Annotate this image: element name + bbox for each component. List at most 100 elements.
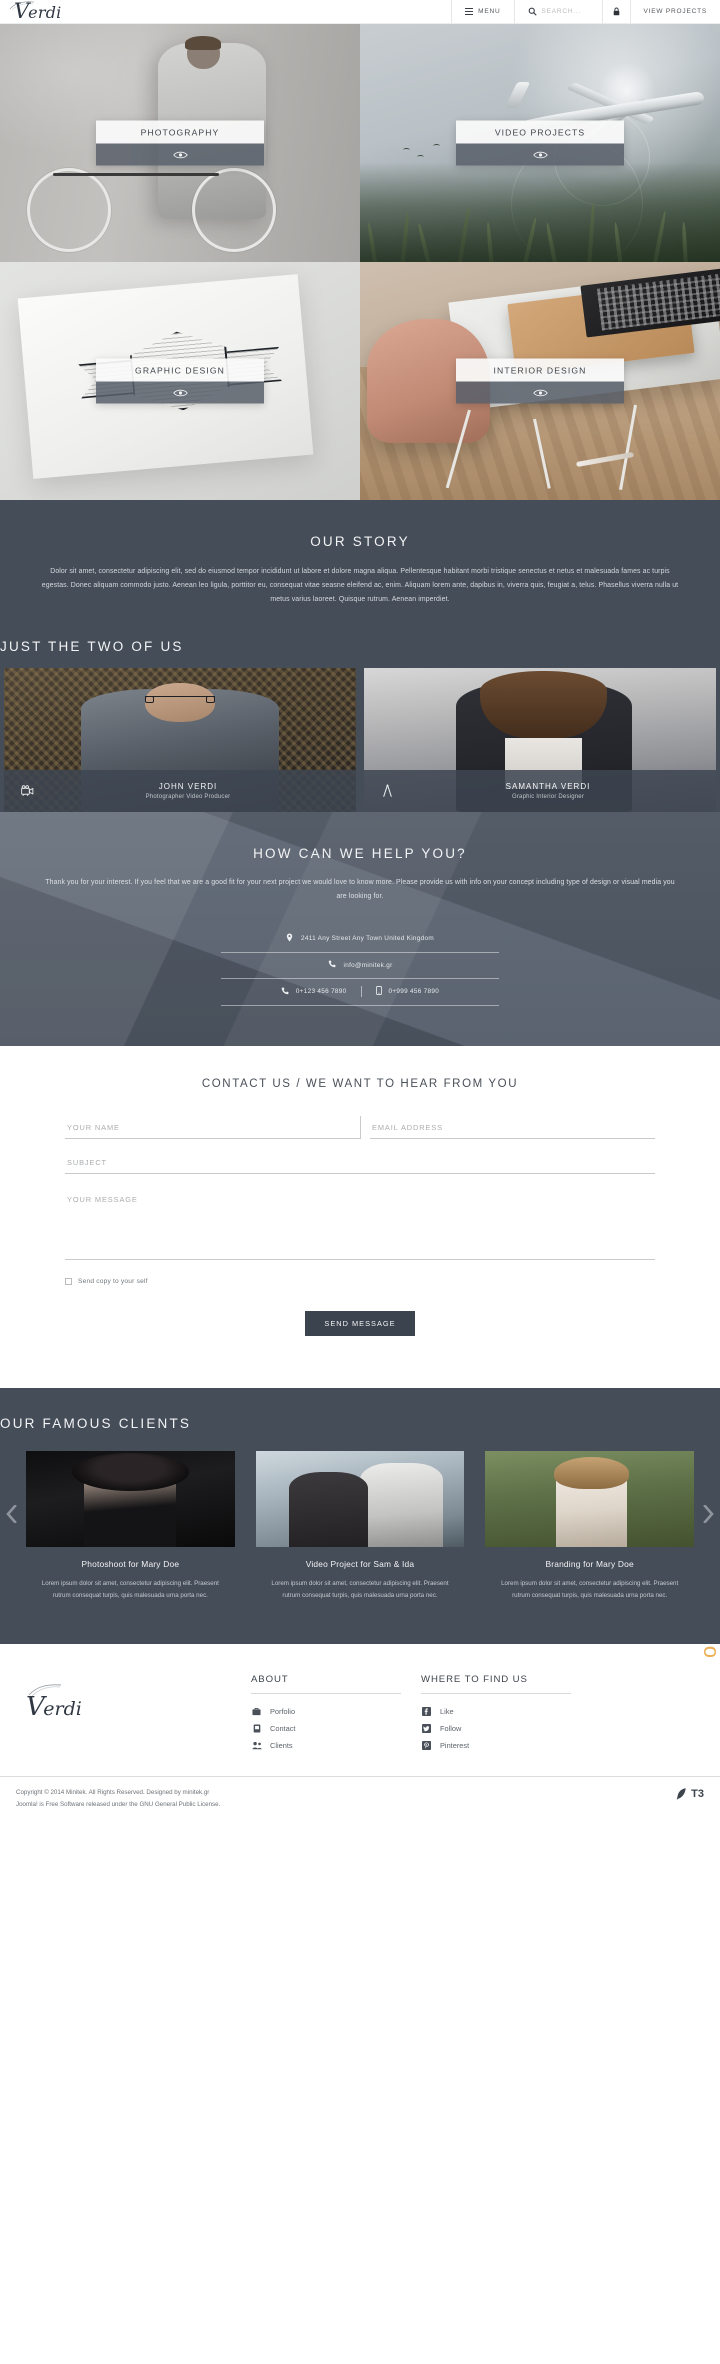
brand-logo[interactable]: Verdi [0, 0, 61, 23]
carousel-prev-button[interactable] [6, 1504, 17, 1527]
tile-label-photography[interactable]: PHOTOGRAPHY [96, 120, 264, 166]
team-grid: JOHN VERDI Photographer Video Producer S… [0, 668, 720, 813]
footer-link-label: Contact [270, 1724, 296, 1734]
message-textarea[interactable] [65, 1188, 655, 1261]
contact-form: Send copy to your self SEND MESSAGE [65, 1116, 655, 1337]
phone-icon [328, 960, 336, 970]
client-thumbnail [485, 1451, 694, 1548]
tile-label-video[interactable]: VIDEO PROJECTS [456, 120, 624, 166]
eye-icon [172, 389, 188, 396]
form-row-name-email [65, 1116, 655, 1140]
client-text: Lorem ipsum dolor sit amet, consectetur … [501, 1580, 679, 1600]
footer-brand-rest: erdi [43, 1698, 82, 1721]
member-name: SAMANTHA VERDI [505, 782, 591, 792]
subject-field-wrap [65, 1151, 655, 1175]
client-title: Photoshoot for Mary Doe [81, 1559, 180, 1570]
brand-initial: V [14, 0, 29, 23]
chevron-left-icon [6, 1504, 17, 1525]
client-card[interactable]: Photoshoot for Mary Doe Lorem ipsum dolo… [26, 1451, 235, 1602]
copyright-line-2: Joomla! is Free Software released under … [16, 1801, 221, 1809]
member-text: SAMANTHA VERDI Graphic Interior Designer [410, 782, 716, 800]
help-section: HOW CAN WE HELP YOU? Thank you for your … [0, 812, 720, 1047]
portfolio-tile-graphic[interactable]: GRAPHIC DESIGN [0, 262, 360, 500]
team-member-card[interactable]: JOHN VERDI Photographer Video Producer [4, 668, 356, 813]
eye-icon [532, 151, 548, 158]
tile-eye-bar[interactable] [96, 143, 264, 166]
footer-link-clients[interactable]: Clients [251, 1737, 401, 1754]
contact-form-title: CONTACT US / WE WANT TO HEAR FROM YOU [201, 1078, 519, 1091]
tile-eye-bar[interactable] [96, 381, 264, 404]
mobile-icon [375, 986, 382, 997]
our-story-section: OUR STORY Dolor sit amet, consectetur ad… [0, 500, 720, 634]
t3-framework-badge[interactable]: T3 [676, 1787, 704, 1800]
footer-link-label: Porfolio [270, 1707, 296, 1717]
footer-about-column: ABOUT Porfolio Contact Clients [251, 1674, 401, 1754]
clients-title: OUR FAMOUS CLIENTS [0, 1416, 192, 1432]
member-name: JOHN VERDI [158, 782, 218, 792]
help-title: HOW CAN WE HELP YOU? [253, 846, 467, 862]
contact-phone-1[interactable]: 0+123 456 7890 [281, 987, 347, 997]
client-thumbnail [255, 1451, 465, 1548]
member-role: Photographer Video Producer [145, 794, 231, 801]
contact-form-section: CONTACT US / WE WANT TO HEAR FROM YOU Se… [0, 1046, 720, 1389]
lock-icon [613, 7, 620, 16]
footer-brand[interactable]: Verdi [16, 1674, 231, 1754]
name-input[interactable] [65, 1116, 360, 1140]
tile-eye-bar[interactable] [456, 143, 624, 166]
contact-email: info@minitek.gr [343, 961, 393, 969]
login-button[interactable] [601, 0, 630, 23]
phone-icon [281, 987, 289, 997]
send-copy-checkbox[interactable] [65, 1278, 72, 1286]
footer-social-column: WHERE TO FIND US Like Follow Pinterest [421, 1674, 571, 1754]
contact-phone-2[interactable]: 0+999 456 7890 [375, 986, 440, 997]
portfolio-tile-interior[interactable]: INTERIOR DESIGN [360, 262, 720, 500]
tile-caption: GRAPHIC DESIGN [96, 358, 264, 382]
footer-logo-text: Verdi [16, 1692, 231, 1722]
message-field-wrap [65, 1188, 655, 1265]
team-member-card[interactable]: SAMANTHA VERDI Graphic Interior Designer [364, 668, 716, 813]
footer-social-title: WHERE TO FIND US [421, 1674, 571, 1695]
footer-link-contact[interactable]: Contact [251, 1720, 401, 1737]
twitter-icon [421, 1724, 432, 1734]
footer-link-label: Clients [270, 1741, 293, 1751]
footer-link-pinterest[interactable]: Pinterest [421, 1737, 571, 1754]
tile-label-interior[interactable]: INTERIOR DESIGN [456, 358, 624, 404]
footer-link-twitter[interactable]: Follow [421, 1720, 571, 1737]
footer-about-title: ABOUT [251, 1674, 401, 1695]
help-lead-text: Thank you for your interest. If you feel… [45, 879, 675, 901]
search-placeholder: SEARCH... [541, 8, 582, 15]
client-text: Lorem ipsum dolor sit amet, consectetur … [41, 1580, 219, 1600]
portfolio-grid: PHOTOGRAPHY VIDEO PROJECTS GRAPHIC DESIG… [0, 24, 720, 500]
client-card[interactable]: Video Project for Sam & Ida Lorem ipsum … [255, 1451, 465, 1602]
facebook-icon [421, 1707, 432, 1717]
client-card[interactable]: Branding for Mary Doe Lorem ipsum dolor … [485, 1451, 694, 1602]
compass-icon [364, 784, 410, 798]
eye-icon [532, 389, 548, 396]
briefcase-icon [251, 1707, 262, 1716]
client-title: Video Project for Sam & Ida [305, 1559, 415, 1570]
carousel-next-button[interactable] [703, 1504, 714, 1527]
tile-caption: VIDEO PROJECTS [456, 120, 624, 144]
menu-button[interactable]: MENU [451, 0, 513, 23]
search-field[interactable]: SEARCH... [513, 0, 602, 23]
portfolio-tile-photography[interactable]: PHOTOGRAPHY [0, 24, 360, 262]
site-header: Verdi MENU SEARCH... VIEW PROJECTS [0, 0, 720, 24]
send-copy-row[interactable]: Send copy to your self [65, 1278, 655, 1286]
email-input[interactable] [370, 1116, 655, 1140]
tile-label-graphic[interactable]: GRAPHIC DESIGN [96, 358, 264, 404]
send-message-button[interactable]: SEND MESSAGE [305, 1311, 415, 1337]
footer-link-label: Pinterest [440, 1741, 470, 1751]
portfolio-tile-video[interactable]: VIDEO PROJECTS [360, 24, 720, 262]
view-projects-button[interactable]: VIEW PROJECTS [629, 0, 720, 23]
site-footer: intofolio ✕ Verdi ABOUT Porfolio [0, 1644, 720, 1825]
page-root: Verdi MENU SEARCH... VIEW PROJECTS PHOTO… [0, 0, 720, 1825]
name-field-wrap [65, 1116, 360, 1140]
footer-link-facebook[interactable]: Like [421, 1703, 571, 1720]
close-icon[interactable]: ✕ [688, 1652, 706, 1674]
footer-link-portfolio[interactable]: Porfolio [251, 1703, 401, 1720]
subject-input[interactable] [65, 1151, 655, 1175]
contact-email-row[interactable]: info@minitek.gr [221, 953, 499, 980]
send-copy-label: Send copy to your self [78, 1278, 148, 1286]
contact-address: 2411 Any Street Any Town United Kingdom [301, 935, 434, 943]
tile-eye-bar[interactable] [456, 381, 624, 404]
